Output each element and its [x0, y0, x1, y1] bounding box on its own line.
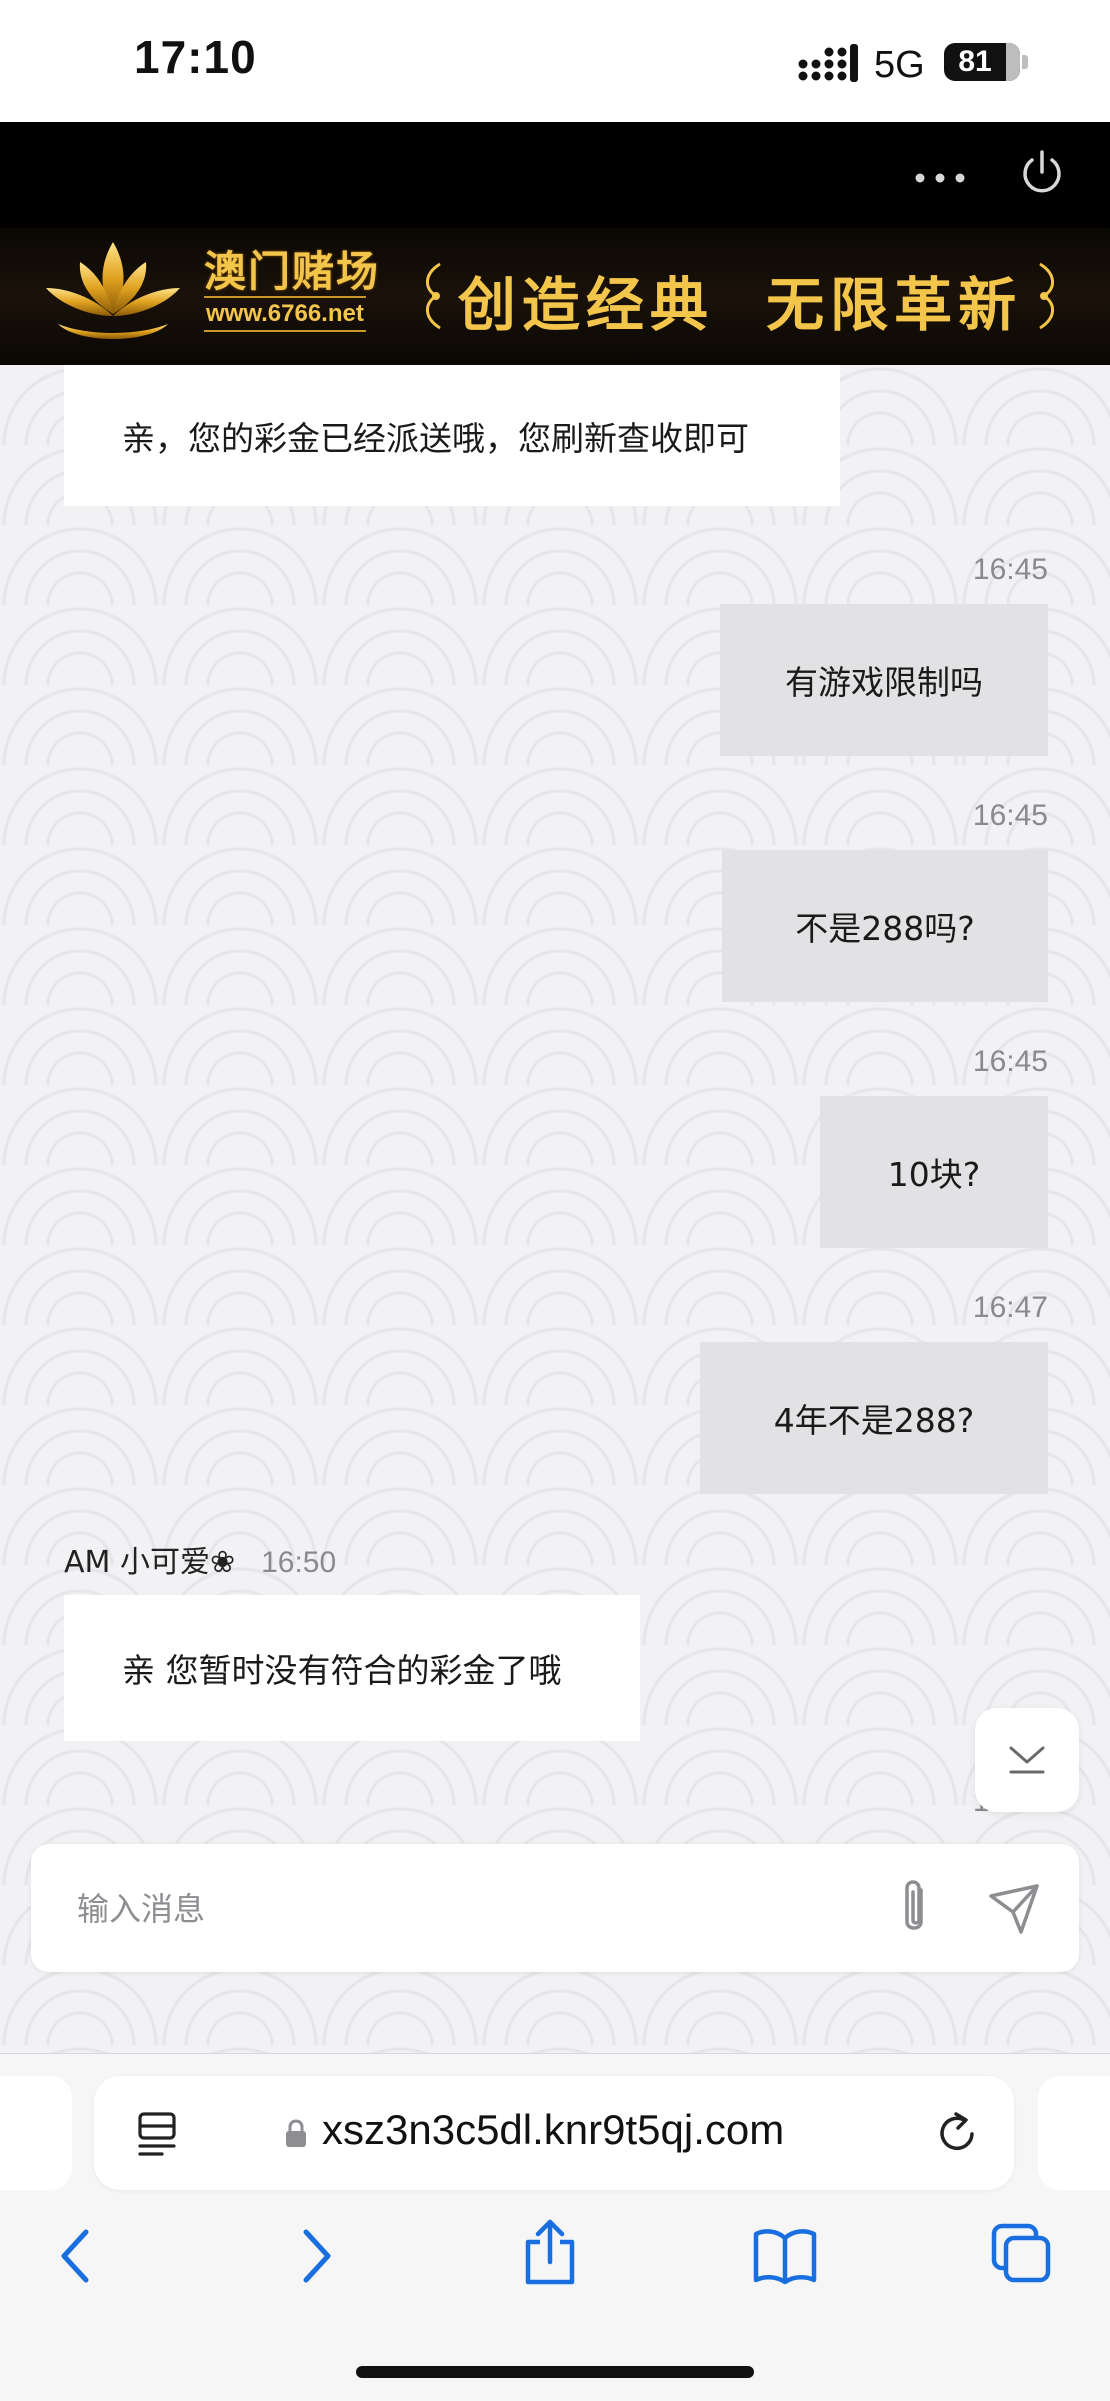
- network-type-label: 5G: [874, 44, 925, 86]
- chat-header: 澳门赌场 www.6766.net 创造经典 无限革新: [0, 122, 1110, 365]
- incoming-message-bubble: 亲 您暂时没有符合的彩金了哦: [64, 1595, 640, 1741]
- power-icon[interactable]: [1018, 148, 1066, 196]
- brand-name: 澳门赌场: [204, 247, 381, 296]
- message-text: 4年不是288?: [773, 1401, 975, 1440]
- battery-icon: 81: [944, 43, 1020, 81]
- paperclip-icon[interactable]: [889, 1876, 939, 1940]
- message-text: 亲，您的彩金已经派送哦，您刷新查收即可: [122, 418, 749, 458]
- status-time: 17:10: [134, 31, 257, 83]
- forward-icon[interactable]: [296, 2226, 336, 2286]
- send-icon[interactable]: [987, 1882, 1041, 1936]
- message-time: 16:45: [972, 553, 1048, 586]
- message-text: 有游戏限制吗: [785, 663, 983, 702]
- message-input[interactable]: [75, 1870, 859, 1948]
- message-time: 16:50: [261, 1546, 337, 1579]
- scroll-to-bottom-button[interactable]: [975, 1708, 1079, 1812]
- casino-banner: 澳门赌场 www.6766.net 创造经典 无限革新: [0, 228, 1110, 365]
- status-bar: 17:10 5G 81: [0, 0, 1110, 122]
- more-icon[interactable]: [912, 168, 968, 188]
- message-time: 16:45: [972, 799, 1048, 832]
- message-text: 10块?: [887, 1155, 981, 1194]
- signal-icon: [798, 44, 858, 82]
- home-indicator: [356, 2366, 754, 2378]
- message-time: 16:45: [972, 1045, 1048, 1078]
- message-text: 不是288吗?: [795, 909, 975, 948]
- outgoing-message-bubble: 4年不是288?: [700, 1342, 1048, 1494]
- battery-cap: [1022, 55, 1028, 69]
- share-icon[interactable]: [522, 2218, 578, 2286]
- back-icon[interactable]: [56, 2226, 96, 2286]
- message-composer: [31, 1844, 1079, 1972]
- outgoing-message-bubble: 10块?: [820, 1096, 1048, 1248]
- ornament-icon: [1039, 262, 1054, 330]
- ornament-icon: [426, 262, 441, 330]
- chevron-down-icon: [1009, 1746, 1045, 1774]
- previous-tab-preview[interactable]: [0, 2076, 72, 2190]
- browser-toolbar: xsz3n3c5dl.knr9t5qj.com: [0, 2053, 1110, 2401]
- next-tab-preview[interactable]: [1038, 2076, 1110, 2190]
- page-menu-icon[interactable]: [136, 2110, 178, 2156]
- slogan-text: 创造经典 无限革新: [457, 271, 1023, 339]
- outgoing-message-bubble: 有游戏限制吗: [720, 604, 1048, 756]
- tabs-icon[interactable]: [990, 2222, 1052, 2284]
- banner-slogan: 创造经典 无限革新: [420, 248, 1060, 344]
- brand-url: www.6766.net: [204, 296, 366, 332]
- bookmarks-icon[interactable]: [752, 2226, 818, 2286]
- battery-percent: 81: [958, 45, 992, 78]
- address-bar[interactable]: xsz3n3c5dl.knr9t5qj.com: [94, 2076, 1014, 2190]
- sender-name: AM 小可爱❀: [64, 1545, 236, 1580]
- reload-icon[interactable]: [934, 2110, 980, 2156]
- chat-message-list[interactable]: 亲，您的彩金已经派送哦，您刷新查收即可 16:45 有游戏限制吗 16:45 不…: [0, 365, 1110, 2055]
- sender-line: AM 小可爱❀ 16:50: [64, 1537, 336, 1581]
- message-text: 亲 您暂时没有符合的彩金了哦: [122, 1651, 562, 1690]
- url-text: xsz3n3c5dl.knr9t5qj.com: [322, 2106, 785, 2153]
- outgoing-message-bubble: 不是288吗?: [722, 850, 1048, 1002]
- lock-icon: [286, 2119, 306, 2147]
- incoming-message-bubble: 亲，您的彩金已经派送哦，您刷新查收即可: [64, 365, 840, 506]
- lotus-logo-icon: [46, 242, 180, 339]
- message-time: 16:47: [972, 1291, 1048, 1324]
